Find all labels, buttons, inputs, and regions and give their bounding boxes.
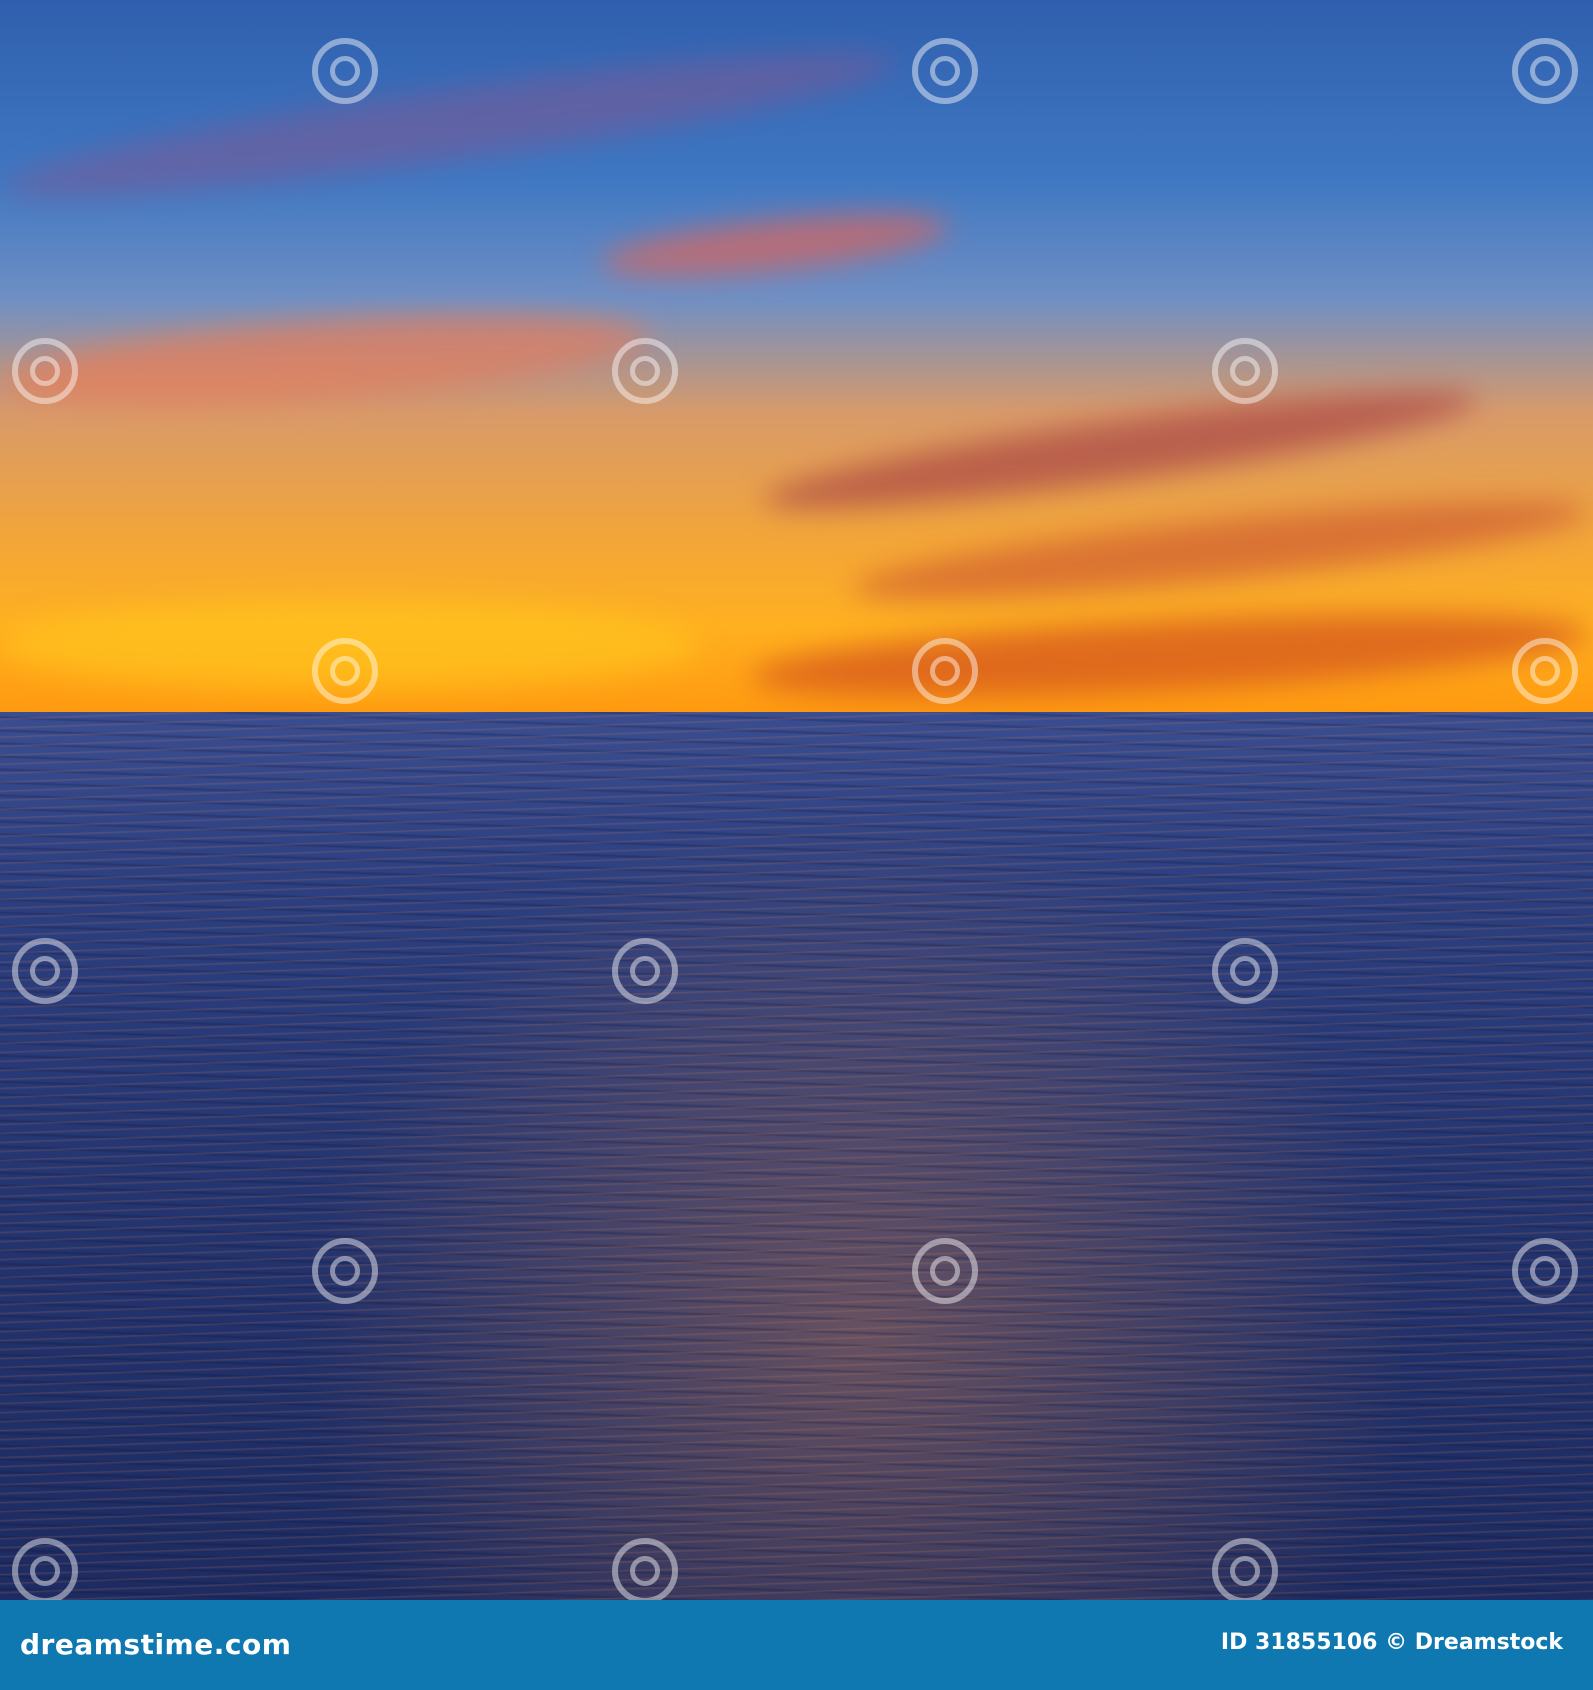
wave-texture (0, 712, 1593, 1600)
watermark-spiral-icon (312, 638, 378, 704)
watermark-spiral-icon (1512, 1238, 1578, 1304)
cloud (848, 481, 1592, 619)
watermark-spiral-icon (312, 1238, 378, 1304)
watermark-spiral-icon (1212, 938, 1278, 1004)
watermark-spiral-icon (1512, 38, 1578, 104)
cloud (598, 201, 952, 289)
watermark-spiral-icon (912, 1238, 978, 1304)
watermark-spiral-icon (912, 38, 978, 104)
image-credit: ID 31855106 © Dreamstock (1220, 1630, 1563, 1655)
watermark-spiral-icon (1512, 638, 1578, 704)
sea (0, 712, 1593, 1600)
watermark-spiral-icon (12, 938, 78, 1004)
footer-bar: dreamstime.com ID 31855106 © Dreamstock (0, 1600, 1593, 1690)
cloud (0, 27, 901, 223)
dreamstime-logo[interactable]: dreamstime.com (20, 1628, 291, 1661)
watermark-spiral-icon (1212, 338, 1278, 404)
watermark-spiral-icon (12, 338, 78, 404)
watermark-spiral-icon (612, 338, 678, 404)
watermark-spiral-icon (312, 38, 378, 104)
watermark-spiral-icon (1212, 1538, 1278, 1600)
watermark-spiral-icon (12, 1538, 78, 1600)
cloud (0, 297, 652, 423)
watermark-spiral-icon (612, 1538, 678, 1600)
watermark-spiral-icon (612, 938, 678, 1004)
watermark-spiral-icon (912, 638, 978, 704)
sky (0, 0, 1593, 712)
sunset-photo (0, 0, 1593, 1600)
cloud (748, 598, 1592, 712)
